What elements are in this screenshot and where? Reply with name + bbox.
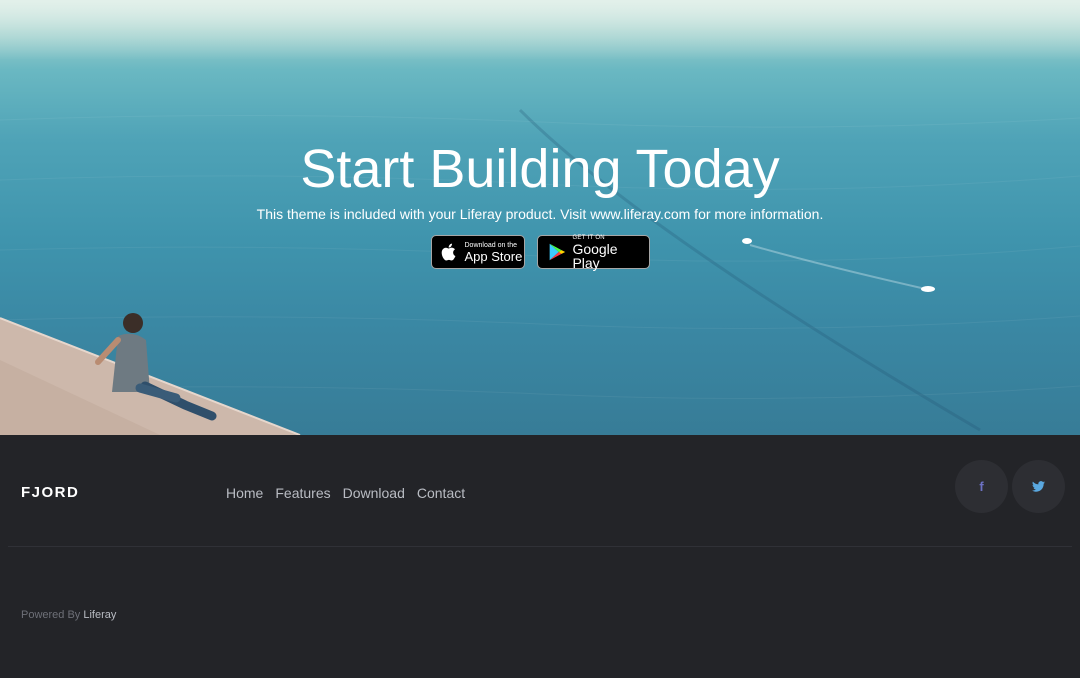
twitter-button[interactable] xyxy=(1012,460,1065,513)
nav-link-contact[interactable]: Contact xyxy=(417,485,465,501)
powered-by: Powered By Liferay xyxy=(21,609,116,621)
google-play-button[interactable]: GET IT ON Google Play xyxy=(536,234,650,271)
hero-subtitle: This theme is included with your Liferay… xyxy=(256,206,824,222)
google-play-label: Google Play xyxy=(572,240,618,271)
liferay-link[interactable]: Liferay xyxy=(83,609,116,621)
google-play-small-text: GET IT ON xyxy=(572,234,605,241)
facebook-icon: f xyxy=(979,479,984,494)
boat xyxy=(921,286,935,292)
nav-link-home[interactable]: Home xyxy=(226,485,263,501)
nav-link-features[interactable]: Features xyxy=(275,485,330,501)
social-links: f xyxy=(955,460,1065,513)
app-store-small-text: Download on the xyxy=(464,241,518,249)
facebook-button[interactable]: f xyxy=(955,460,1008,513)
brand-logo-text[interactable]: FJORD xyxy=(21,484,79,501)
hero-banner: Start Building Today This theme is inclu… xyxy=(0,0,1080,435)
footer-divider xyxy=(8,546,1072,547)
google-play-icon xyxy=(549,243,565,261)
hero-title: Start Building Today xyxy=(300,139,780,199)
footer-nav: Home Features Download Contact xyxy=(226,485,465,501)
store-badges: Download on the App Store GET IT ON Goog… xyxy=(0,234,1080,271)
app-store-button[interactable]: Download on the App Store xyxy=(430,235,525,269)
apple-icon xyxy=(441,243,455,261)
powered-by-prefix: Powered By xyxy=(21,609,81,621)
site-footer: FJORD Home Features Download Contact f P… xyxy=(0,435,1080,678)
twitter-icon xyxy=(1032,481,1045,492)
app-store-label: App Store xyxy=(464,248,523,264)
nav-link-download[interactable]: Download xyxy=(343,485,405,501)
